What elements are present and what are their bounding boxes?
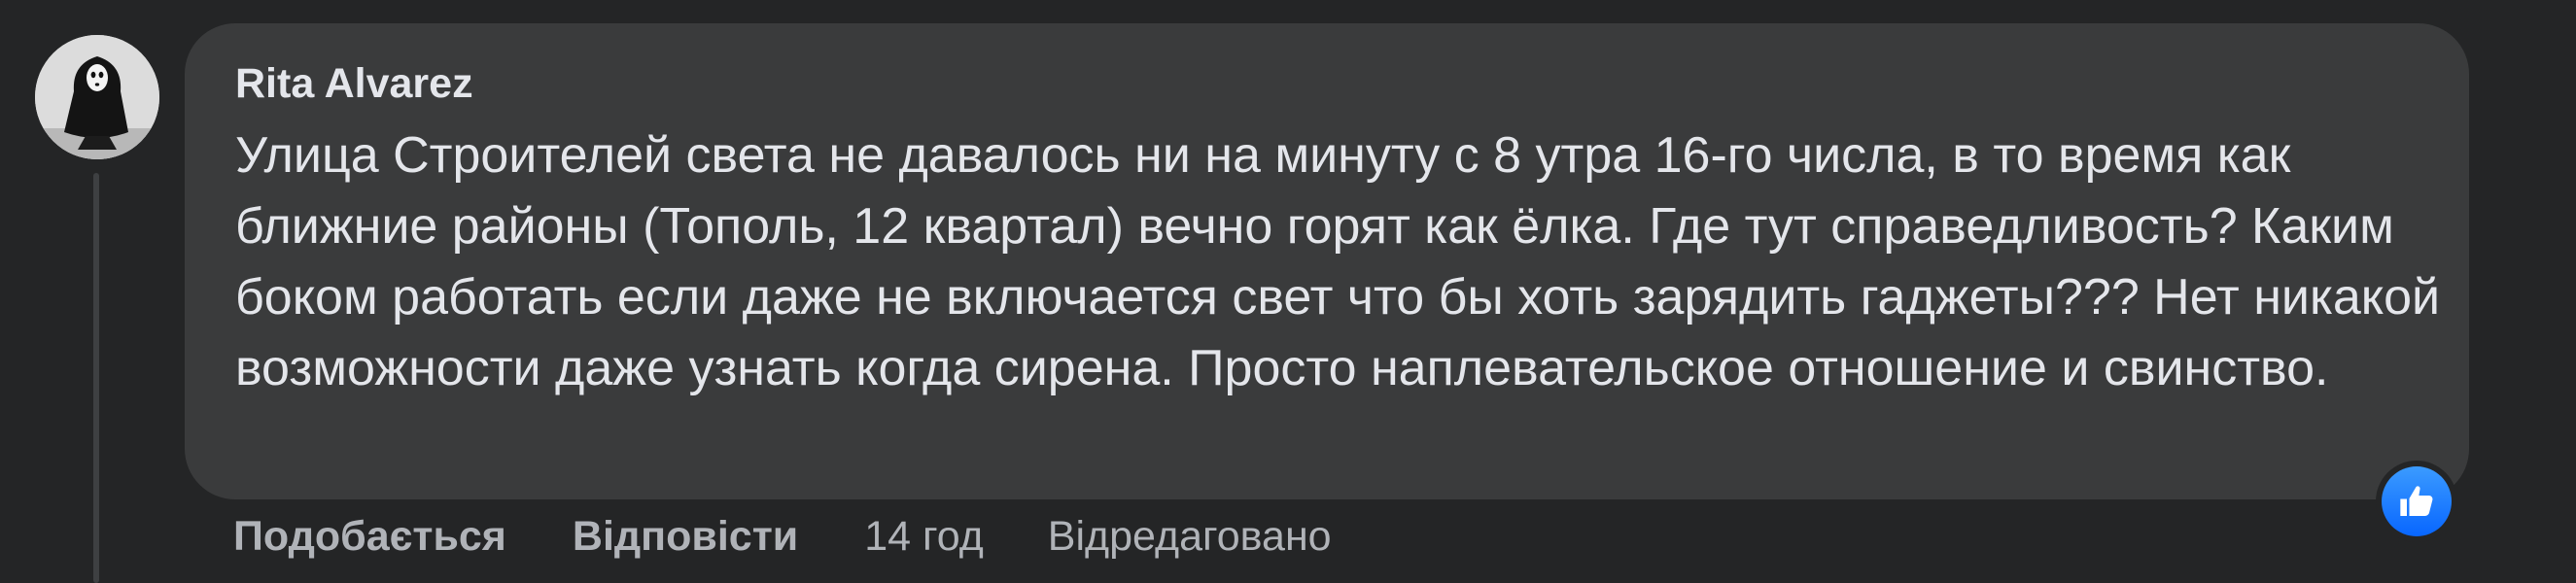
reaction-badge[interactable]	[2376, 461, 2457, 542]
comment-author[interactable]: Rita Alvarez	[235, 58, 2411, 109]
avatar-image	[35, 35, 159, 159]
like-button[interactable]: Подобається	[233, 513, 506, 561]
comment-bubble: Rita Alvarez Улица Строителей света не д…	[185, 23, 2469, 499]
comment-timestamp[interactable]: 14 год	[864, 513, 984, 561]
comment-text: Улица Строителей света не давалось ни на…	[235, 127, 2441, 396]
reply-button[interactable]: Відповісти	[573, 513, 798, 561]
like-icon	[2382, 466, 2452, 536]
comment-actions: Подобається Відповісти 14 год Відредагов…	[233, 505, 1396, 567]
edited-label[interactable]: Відредаговано	[1048, 513, 1332, 561]
avatar[interactable]	[35, 35, 159, 159]
reply-thread-line	[93, 173, 99, 583]
